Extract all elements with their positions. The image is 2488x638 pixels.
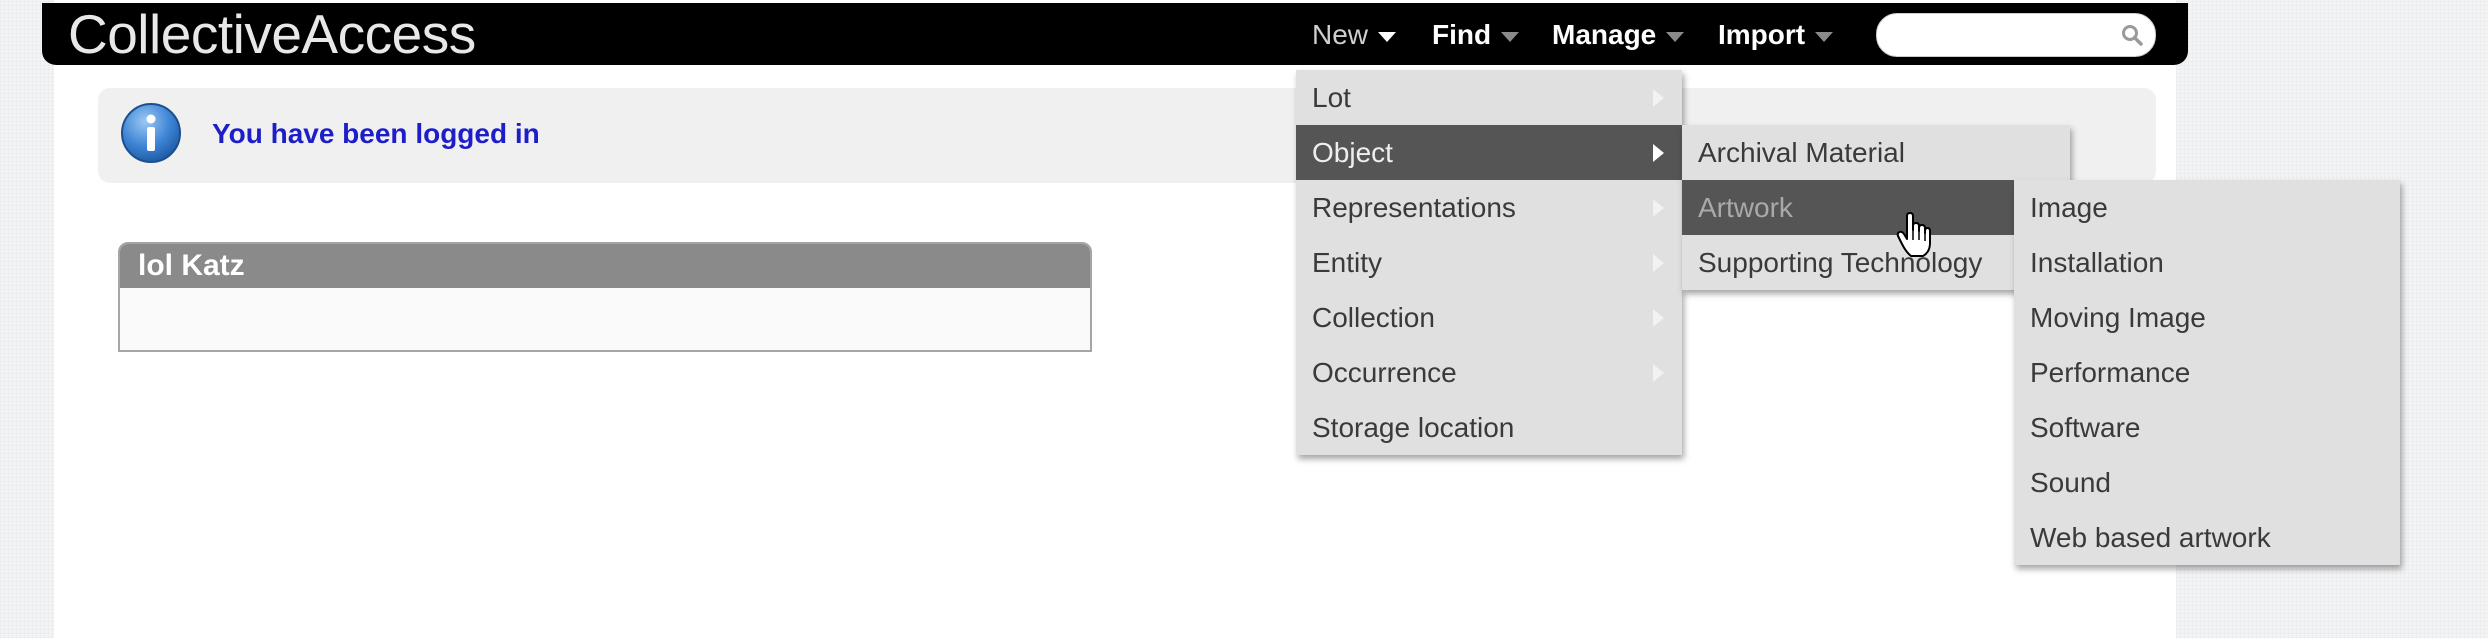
menu-item-label: Installation [2030,247,2164,278]
search-icon[interactable] [2121,24,2143,46]
search-input[interactable] [1891,18,2115,52]
chevron-right-icon [1653,309,1664,327]
menu-item-label: Representations [1312,192,1516,223]
chevron-down-icon [1666,31,1685,42]
menu-item-object[interactable]: Object [1296,125,1682,180]
menu-item-moving-image[interactable]: Moving Image [2014,290,2400,345]
menu-item-label: Storage location [1312,412,1515,443]
menu-item-label: Collection [1312,302,1435,333]
menu-item-image[interactable]: Image [2014,180,2400,235]
menu-item-label: Artwork [1698,192,1793,223]
menu-item-label: Supporting Technology [1698,247,1983,278]
chevron-right-icon [1653,144,1664,162]
menu-item-web-based-artwork[interactable]: Web based artwork [2014,510,2400,565]
menu-item-label: Archival Material [1698,137,1905,168]
nav-import-label: Import [1718,19,1806,50]
nav-import[interactable]: Import [1718,3,1834,65]
menu-item-storage-location[interactable]: Storage location [1296,400,1682,455]
menu-item-label: Sound [2030,467,2111,498]
app-logo[interactable]: CollectiveAccess [68,5,476,63]
notice-message: You have been logged in [212,118,540,149]
menu-item-label: Image [2030,192,2108,223]
chevron-right-icon [1653,199,1664,217]
menu-item-label: Software [2030,412,2141,443]
menu-item-label: Object [1312,137,1393,168]
search-box [1876,13,2156,57]
top-navbar: CollectiveAccess New Find Manage Import [42,3,2188,65]
menu-item-label: Performance [2030,357,2191,388]
menu-item-label: Web based artwork [2030,522,2271,553]
menu-item-supporting-technology[interactable]: Supporting Technology [1682,235,2070,290]
chevron-right-icon [1653,364,1664,382]
menu-item-label: Occurrence [1312,357,1457,388]
nav-find[interactable]: Find [1432,3,1520,65]
menu-item-collection[interactable]: Collection [1296,290,1682,345]
menu-item-occurrence[interactable]: Occurrence [1296,345,1682,400]
info-icon [121,103,181,163]
chevron-right-icon [1653,254,1664,272]
menu-item-sound[interactable]: Sound [2014,455,2400,510]
user-panel: lol Katz [118,242,1092,352]
menu-item-archival-material[interactable]: Archival Material [1682,125,2070,180]
menu-item-label: Entity [1312,247,1383,278]
menu-item-software[interactable]: Software [2014,400,2400,455]
menu-item-performance[interactable]: Performance [2014,345,2400,400]
nav-new-label: New [1312,19,1369,50]
user-panel-title: lol Katz [120,244,1090,288]
hand-cursor-icon [1896,212,1931,257]
menu-item-lot[interactable]: Lot [1296,70,1682,125]
nav-manage[interactable]: Manage [1552,3,1685,65]
artwork-submenu: Image Installation Moving Image Performa… [2014,180,2400,565]
nav-new[interactable]: New [1312,3,1397,65]
chevron-down-icon [1815,31,1834,42]
nav-manage-label: Manage [1552,19,1657,50]
new-menu: Lot Object Representations Entity Collec… [1296,70,1682,455]
menu-item-label: Lot [1312,82,1351,113]
menu-item-label: Moving Image [2030,302,2206,333]
chevron-right-icon [1653,89,1664,107]
menu-item-entity[interactable]: Entity [1296,235,1682,290]
object-submenu: Archival Material Artwork Supporting Tec… [1682,125,2072,290]
menu-item-representations[interactable]: Representations [1296,180,1682,235]
chevron-down-icon [1378,31,1397,42]
nav-find-label: Find [1432,19,1492,50]
chevron-down-icon [1501,31,1520,42]
menu-item-installation[interactable]: Installation [2014,235,2400,290]
